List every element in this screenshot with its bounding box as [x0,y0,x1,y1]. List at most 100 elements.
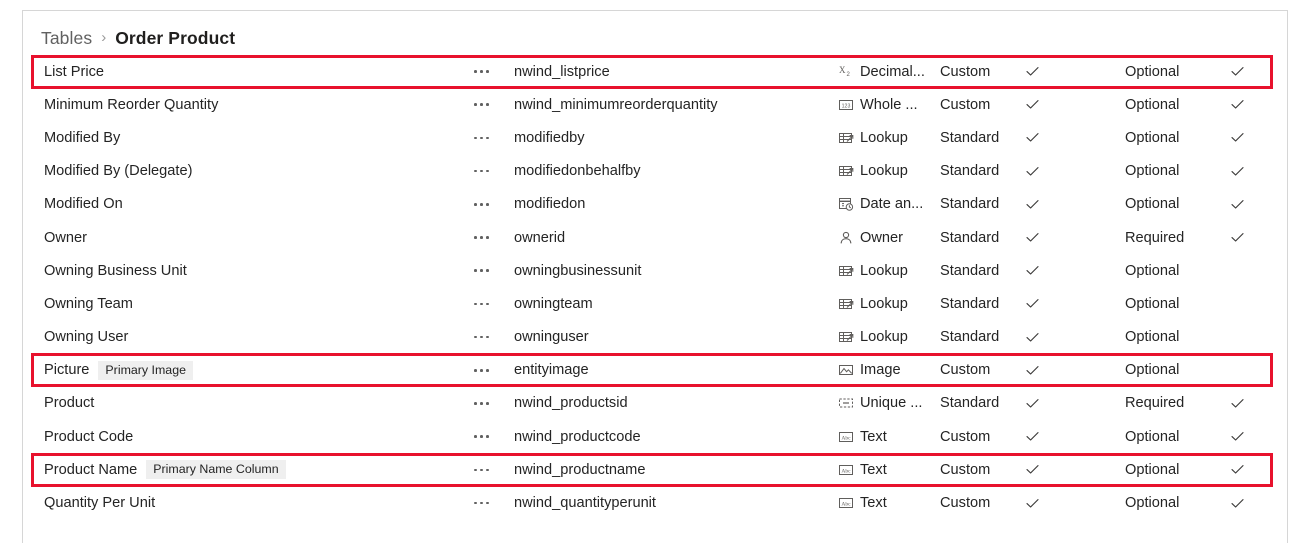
breadcrumb-parent-tables[interactable]: Tables [41,28,92,49]
cell-requirement: Optional [1125,461,1180,478]
cell-searchable-check [1230,496,1300,511]
cell-requirement: Optional [1125,163,1180,180]
ellipsis-icon [474,169,489,173]
data-type-label: Whole ... [860,96,918,113]
lookup-icon [838,296,854,312]
cell-display-name[interactable]: Owning Team [44,296,474,312]
row-more-options-button[interactable] [474,236,514,239]
checkmark-icon [1025,263,1040,278]
table-row[interactable]: Owner ownerid Owner Standard Required [23,221,1289,254]
data-type-label: Image [860,362,901,379]
table-row[interactable]: Owning User owninguser Lookup Standard Optio… [23,321,1289,354]
data-type-label: Lookup [860,129,908,146]
cell-logical-name: nwind_productname [514,461,646,478]
cell-requirement: Optional [1125,329,1180,346]
column-display-name: Modified By [44,129,121,146]
cell-display-name[interactable]: Owning User [44,329,474,345]
table-row[interactable]: Minimum Reorder Quantity nwind_minimumreo… [23,88,1289,121]
cell-display-name[interactable]: Quantity Per Unit [44,495,474,511]
cell-display-name[interactable]: Modified By (Delegate) [44,163,474,179]
column-display-name: Minimum Reorder Quantity [44,96,219,113]
cell-display-name[interactable]: Product Name Primary Name Column [44,460,474,480]
table-row[interactable]: Owning Business Unit owningbusinessunit Lo… [23,254,1289,287]
table-row[interactable]: Picture Primary Image entityimage Image Cust… [23,353,1289,388]
table-row[interactable]: Modified By modifiedby Lookup Standard Optio… [23,121,1289,154]
ellipsis-icon [474,203,489,206]
data-type-label: Decimal... [860,63,925,80]
checkmark-icon [1230,230,1245,245]
row-more-options-button[interactable] [474,169,514,173]
cell-display-name[interactable]: Product Code [44,429,474,445]
data-type-label: Owner [860,229,903,246]
checkmark-icon [1230,164,1245,179]
row-more-options-button[interactable] [474,335,514,339]
row-more-options-button[interactable] [474,368,514,372]
cell-searchable-check [1230,396,1300,411]
row-more-options-button[interactable] [474,468,514,472]
cell-searchable-check [1230,197,1300,212]
cell-display-name[interactable]: Owner [44,230,474,246]
row-more-options-button[interactable] [474,302,514,306]
ellipsis-icon [474,70,489,73]
checkmark-icon [1025,429,1040,444]
columns-grid: List Price nwind_listprice X 2 Decimal... Cus… [23,54,1289,520]
cell-data-type: Abc Text [838,429,940,445]
ellipsis-icon [474,468,489,472]
cell-logical-name: nwind_productsid [514,395,628,412]
column-display-name: Quantity Per Unit [44,495,156,512]
row-more-options-button[interactable] [474,70,514,73]
cell-customization: Custom [940,362,991,379]
cell-display-name[interactable]: Minimum Reorder Quantity [44,97,474,113]
column-display-name: Modified By (Delegate) [44,163,193,180]
cell-requirement: Optional [1125,428,1180,445]
cell-display-name[interactable]: Picture Primary Image [44,360,474,380]
cell-customizable-check [1025,363,1125,378]
table-row[interactable]: Product nwind_productsid Unique ... Standar… [23,387,1289,420]
data-type-label: Unique ... [860,395,923,412]
table-row[interactable]: Product Name Primary Name Column nwind_pro… [23,452,1289,487]
cell-display-name[interactable]: Modified By [44,130,474,146]
checkmark-icon [1230,496,1245,511]
column-display-name: Product Code [44,428,134,445]
cell-logical-name: nwind_minimumreorderquantity [514,96,718,113]
chevron-right-icon: › [101,28,107,46]
row-more-options-button[interactable] [474,203,514,206]
cell-display-name[interactable]: Product [44,395,474,411]
cell-display-name[interactable]: Modified On [44,196,474,212]
cell-requirement: Optional [1125,362,1180,379]
row-more-options-button[interactable] [474,103,514,107]
table-row[interactable]: Modified On modifiedon Date an... Standard O… [23,188,1289,221]
table-row[interactable]: Product Code nwind_productcode Abc Text Cust… [23,420,1289,453]
cell-display-name[interactable]: List Price [44,64,474,80]
cell-customizable-check [1025,496,1125,511]
svg-text:Abc: Abc [841,468,851,474]
row-more-options-button[interactable] [474,435,514,438]
cell-logical-name: owninguser [514,329,589,346]
cell-logical-name: nwind_quantityperunit [514,495,656,512]
table-row[interactable]: Owning Team owningteam Lookup Standard Optio… [23,287,1289,320]
row-more-options-button[interactable] [474,402,514,405]
column-display-name: Owning Team [44,295,133,312]
checkmark-icon [1025,197,1040,212]
row-more-options-button[interactable] [474,136,514,140]
column-display-name: Modified On [44,196,123,213]
row-more-options-button[interactable] [474,269,514,273]
table-row[interactable]: Modified By (Delegate) modifiedonbehalfby… [23,155,1289,188]
checkmark-icon [1025,363,1040,378]
lookup-icon [838,263,854,279]
lookup-icon [838,130,854,146]
checkmark-icon [1025,330,1040,345]
table-row[interactable]: List Price nwind_listprice X 2 Decimal... Cus… [23,54,1289,89]
data-type-label: Lookup [860,295,908,312]
cell-searchable-check [1230,64,1300,79]
checkmark-icon [1025,462,1040,477]
cell-requirement: Optional [1125,63,1180,80]
cell-logical-name: owningbusinessunit [514,262,642,279]
cell-customization: Standard [940,262,1000,279]
cell-searchable-check [1230,97,1300,112]
row-more-options-button[interactable] [474,501,514,505]
table-row[interactable]: Quantity Per Unit nwind_quantityperunit Ab… [23,486,1289,519]
checkmark-icon [1025,130,1040,145]
cell-data-type: Lookup [838,130,940,146]
cell-display-name[interactable]: Owning Business Unit [44,263,474,279]
